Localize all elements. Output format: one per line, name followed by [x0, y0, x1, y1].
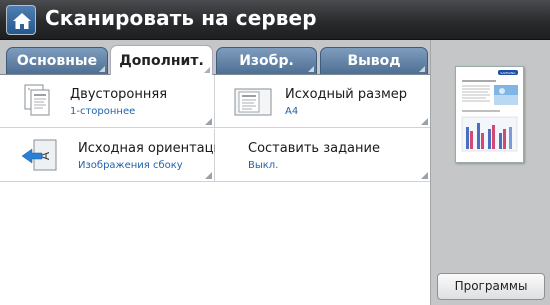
options-panel: Двусторонняя 1-стороннее Исходный размер… — [0, 74, 430, 305]
option-value: 1-стороннее — [70, 106, 136, 117]
build-job-option[interactable]: Составить задание Выкл. — [215, 129, 430, 182]
option-title: Составить задание — [248, 141, 380, 156]
tab-label: Вывод — [347, 53, 401, 69]
original-size-icon — [234, 88, 272, 116]
brand-logo-text: SAMSUNG — [500, 71, 516, 75]
option-value: A4 — [285, 106, 299, 117]
tab-basic[interactable]: Основные — [6, 47, 108, 74]
document-preview: SAMSUNG — [455, 66, 524, 163]
tab-bar: Основные Дополнит. Изобр. Вывод — [0, 40, 430, 75]
duplex-document-icon — [24, 84, 50, 116]
tab-advanced[interactable]: Дополнит. — [110, 45, 213, 75]
option-value: Выкл. — [248, 160, 279, 171]
tab-label: Дополнит. — [119, 53, 204, 69]
home-button[interactable] — [6, 5, 36, 35]
option-title: Исходный размер — [285, 87, 408, 102]
tab-image[interactable]: Изобр. — [216, 47, 317, 74]
tab-label: Изобр. — [239, 53, 294, 69]
duplex-option[interactable]: Двусторонняя 1-стороннее — [0, 75, 215, 128]
option-title: Двусторонняя — [70, 87, 168, 102]
orientation-icon: A — [21, 139, 57, 171]
tab-output[interactable]: Вывод — [320, 47, 428, 74]
original-orientation-option[interactable]: A Исходная ориентация Изображения сбоку — [0, 129, 230, 182]
tab-label: Основные — [16, 53, 98, 69]
home-icon — [13, 13, 31, 29]
preview-thumbnail: SAMSUNG — [461, 70, 518, 152]
page-title: Сканировать на сервер — [45, 6, 317, 30]
preview-sidebar: SAMSUNG Программы — [430, 40, 550, 305]
option-value: Изображения сбоку — [78, 160, 183, 171]
programs-button[interactable]: Программы — [437, 273, 545, 300]
title-bar: Сканировать на сервер — [0, 0, 550, 40]
option-title: Исходная ориентация — [78, 141, 230, 156]
original-size-option[interactable]: Исходный размер A4 — [215, 75, 430, 128]
